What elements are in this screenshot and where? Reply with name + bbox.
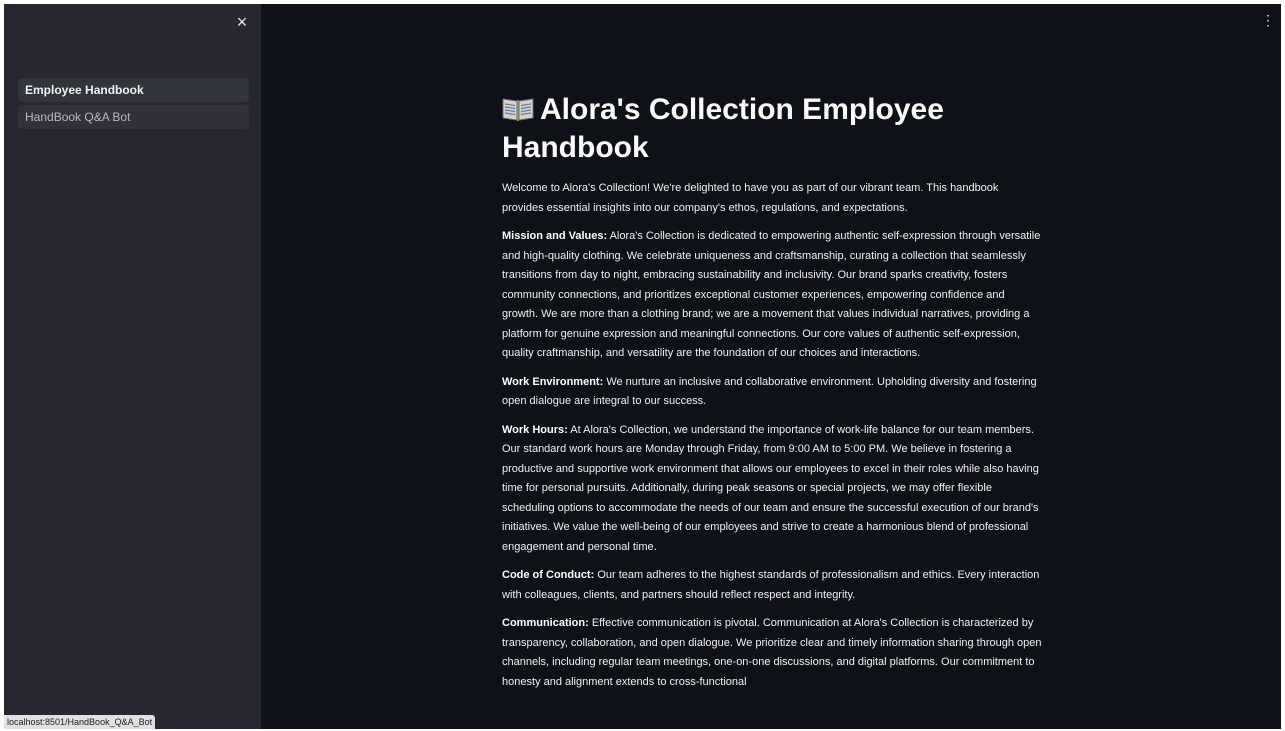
sidebar-item-employee-handbook[interactable]: Employee Handbook [18,78,249,102]
section-work-hours: Work Hours: At Alora's Collection, we un… [502,421,1042,558]
sidebar-nav: Employee Handbook HandBook Q&A Bot [18,78,249,132]
section-heading: Work Hours: [502,423,568,436]
sidebar-item-handbook-qa-bot[interactable]: HandBook Q&A Bot [18,105,249,129]
close-icon[interactable]: × [232,12,252,32]
section-mission-values: Mission and Values: Alora's Collection i… [502,227,1042,364]
section-work-environment: Work Environment: We nurture an inclusiv… [502,373,1042,412]
app-window: × Employee Handbook HandBook Q&A Bot loc… [4,4,1281,729]
sidebar-item-label: HandBook Q&A Bot [25,110,131,124]
status-bar-url: localhost:8501/HandBook_Q&A_Bot [4,715,156,729]
sidebar: × Employee Handbook HandBook Q&A Bot loc… [4,4,261,729]
section-communication: Communication: Effective communication i… [502,614,1042,692]
section-heading: Communication: [502,617,589,629]
open-book-icon [502,95,534,130]
section-body: Alora's Collection is dedicated to empow… [502,230,1041,359]
section-heading: Mission and Values: [502,230,608,242]
sidebar-item-label: Employee Handbook [25,83,144,97]
section-code-of-conduct: Code of Conduct: Our team adheres to the… [502,566,1042,605]
page-title: Alora's Collection Employee Handbook [502,92,1042,165]
intro-paragraph: Welcome to Alora's Collection! We're del… [502,182,999,214]
section-heading: Code of Conduct: [502,569,595,581]
kebab-menu-icon[interactable]: ⋮ [1261,12,1275,28]
section-body: At Alora's Collection, we understand the… [502,423,1039,553]
main-content: Alora's Collection Employee Handbook Wel… [502,92,1042,701]
section-heading: Work Environment: [502,375,604,388]
page-title-text: Alora's Collection Employee Handbook [502,93,944,164]
